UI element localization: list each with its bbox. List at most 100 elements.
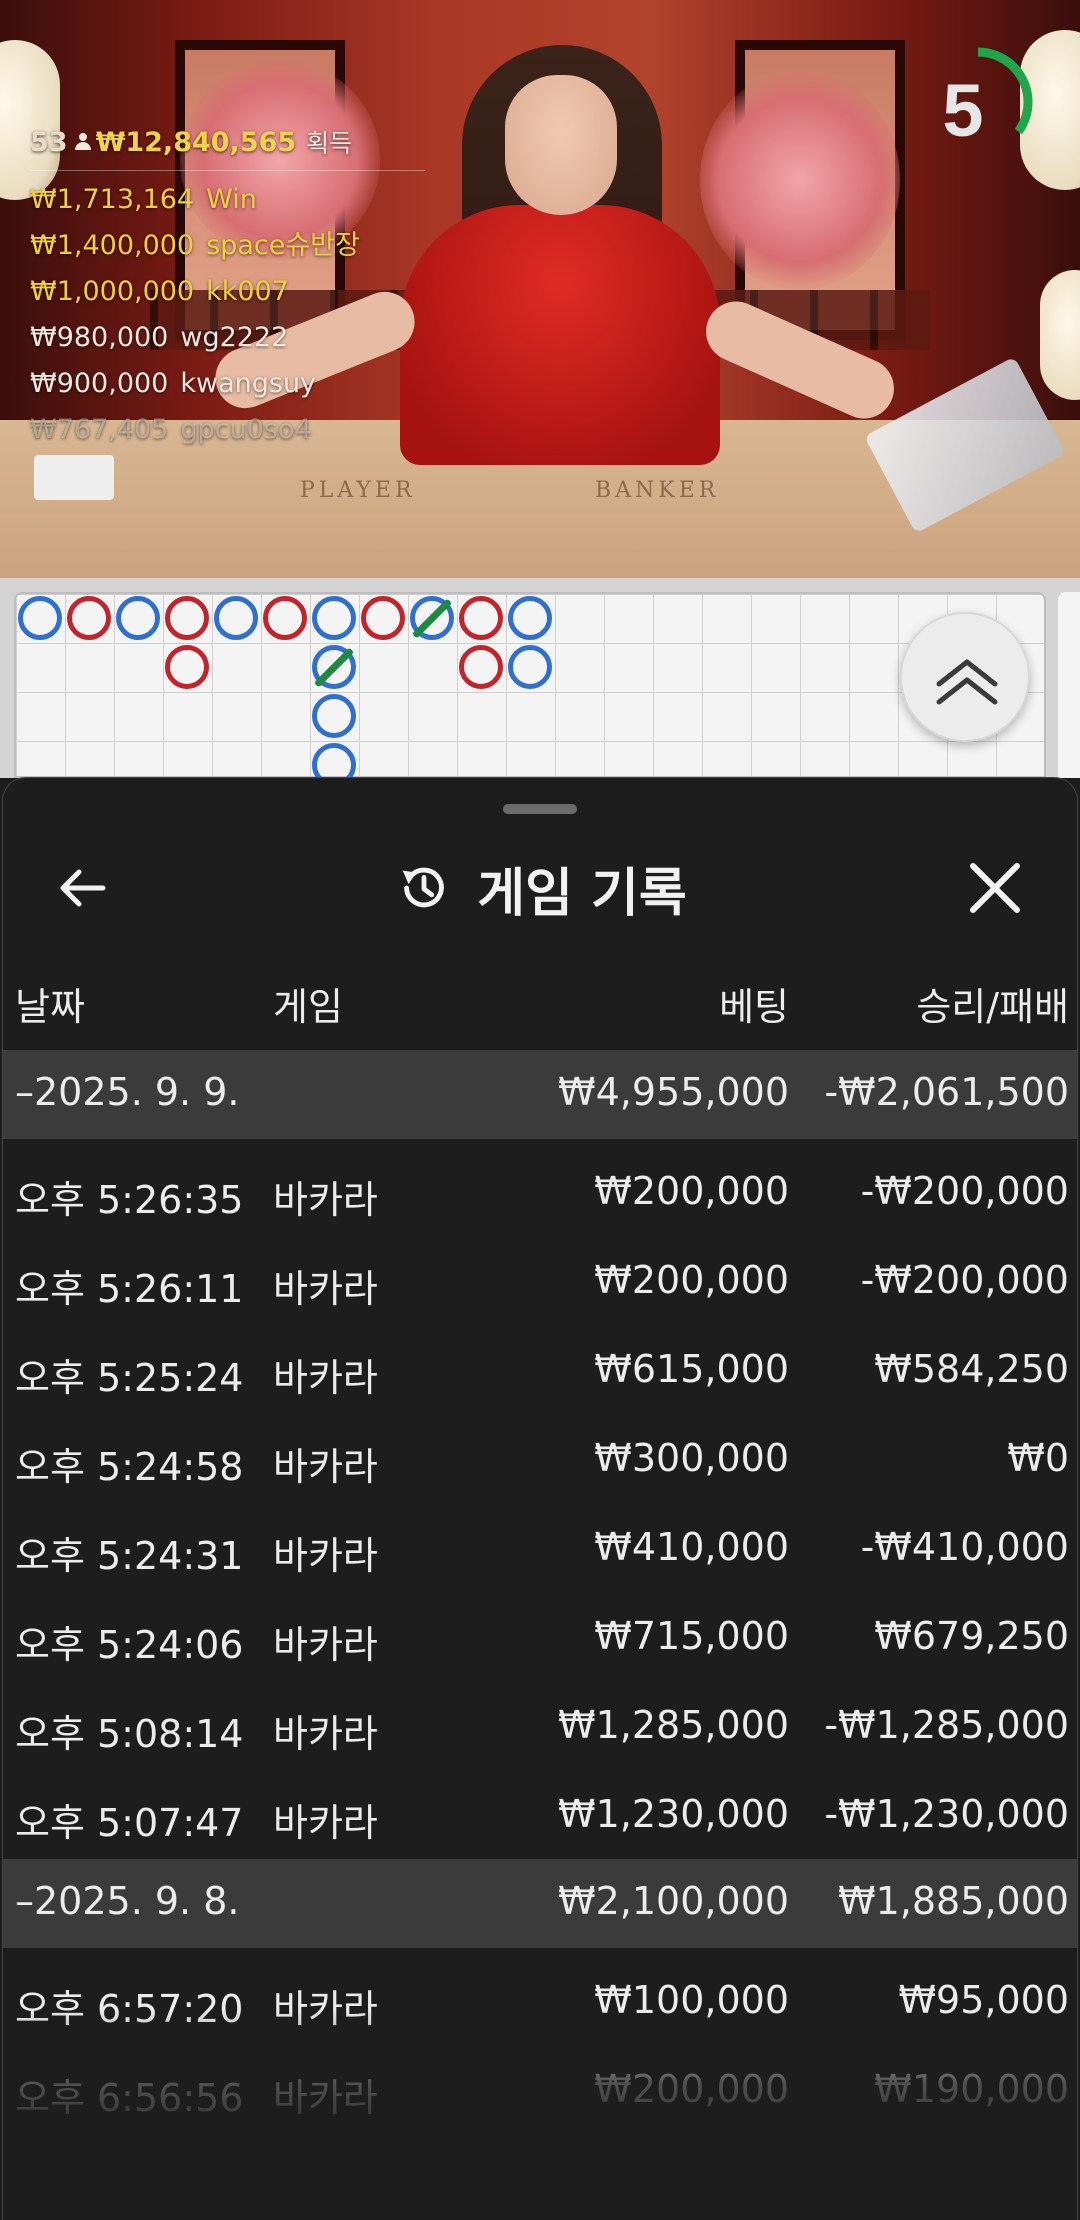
winner-name: kwangsuy (180, 368, 317, 399)
banker-bead (165, 645, 209, 689)
banker-bead (165, 596, 209, 640)
history-row[interactable]: 오후 5:24:31 바카라 ₩410,000 -₩410,000 (3, 1503, 1077, 1592)
blossom-right (700, 70, 900, 290)
history-row[interactable]: 오후 5:26:11 바카라 ₩200,000 -₩200,000 (3, 1236, 1077, 1325)
row-date: 오후 5:24:31 (15, 1534, 244, 1578)
column-bet: 베팅 (719, 985, 789, 1029)
banker-bead (263, 596, 307, 640)
date-group-row[interactable]: –2025. 9. 8. ₩2,100,000 ₩1,885,000 (3, 1859, 1077, 1948)
winner-amount: ₩980,000 (30, 322, 169, 353)
row-bet: ₩300,000 (594, 1436, 789, 1480)
row-result: ₩584,250 (874, 1347, 1069, 1391)
row-game: 바카라 (273, 1445, 378, 1489)
winner-amount: ₩1,000,000 (30, 276, 195, 307)
card-stack (34, 455, 114, 500)
player-bead (508, 596, 552, 640)
sheet-title: 게임 기록 (477, 863, 687, 924)
bead-road-grid[interactable] (14, 592, 1046, 787)
row-bet: ₩2,100,000 (558, 1879, 789, 1923)
person-icon (74, 133, 92, 151)
banker-bead (361, 596, 405, 640)
column-game: 게임 (273, 985, 343, 1029)
history-row[interactable]: 오후 5:24:06 바카라 ₩715,000 ₩679,250 (3, 1592, 1077, 1681)
winner-row: ₩980,000 wg2222 (30, 315, 425, 361)
next-roadmap-peek[interactable] (1058, 592, 1080, 778)
row-date: 오후 6:57:20 (15, 1987, 244, 2031)
history-row[interactable]: 오후 5:25:24 바카라 ₩615,000 ₩584,250 (3, 1325, 1077, 1414)
title-group: 게임 기록 (3, 838, 1077, 938)
dealer-face (505, 75, 617, 215)
expand-roadmap-button[interactable] (900, 612, 1030, 742)
history-table-header: 날짜 게임 베팅 승리/패배 (3, 976, 1077, 1042)
back-button[interactable] (53, 858, 113, 918)
row-game: 바카라 (273, 1356, 378, 1400)
winner-row: ₩1,400,000 space슈반장 (30, 223, 425, 269)
row-result: -₩1,285,000 (824, 1703, 1069, 1747)
history-table-body[interactable]: –2025. 9. 9. ₩4,955,000 -₩2,061,500 오후 5:26… (3, 1050, 1077, 2134)
column-date: 날짜 (15, 985, 85, 1029)
row-date: 오후 5:26:11 (15, 1267, 244, 1311)
row-bet: ₩4,955,000 (558, 1070, 789, 1114)
winner-row: ₩900,000 kwangsuy (30, 361, 425, 407)
row-bet: ₩715,000 (594, 1614, 789, 1658)
history-icon (402, 867, 445, 908)
winners-total: ₩12,840,565 (95, 126, 297, 158)
row-bet: ₩200,000 (594, 2067, 789, 2111)
winner-amount: ₩1,713,164 (30, 184, 195, 215)
banker-bead (459, 596, 503, 640)
row-date: 오후 5:25:24 (15, 1356, 244, 1400)
row-result: -₩1,230,000 (824, 1792, 1069, 1836)
winners-list: 53 ₩12,840,565 획득 ₩1,713,164 Win ₩1,400,00… (30, 124, 425, 453)
row-date: 오후 6:56:56 (15, 2076, 244, 2120)
row-bet: ₩200,000 (594, 1169, 789, 1213)
winners-count: 53 (30, 126, 68, 158)
row-game: 바카라 (273, 1801, 378, 1845)
row-date: 오후 5:24:58 (15, 1445, 244, 1489)
row-date: 오후 5:24:06 (15, 1623, 244, 1667)
row-bet: ₩1,230,000 (558, 1792, 789, 1836)
history-row[interactable]: 오후 5:07:47 바카라 ₩1,230,000 -₩1,230,000 (3, 1770, 1077, 1859)
live-video-stream[interactable]: PLAYER BANKER 53 ₩12,840,565 획득 ₩1,713,1… (0, 0, 1080, 578)
column-result: 승리/패배 (916, 985, 1069, 1029)
row-date: 오후 5:07:47 (15, 1801, 244, 1845)
table-label-player: PLAYER (300, 478, 416, 503)
winner-name: Win (206, 184, 257, 215)
history-row[interactable]: 오후 5:08:14 바카라 ₩1,285,000 -₩1,285,000 (3, 1681, 1077, 1770)
game-history-sheet: 게임 기록 날짜 게임 베팅 승리/패배 –2025. 9. 9. ₩4,955,… (2, 777, 1078, 2220)
close-button[interactable] (965, 858, 1025, 918)
winner-name: wg2222 (180, 322, 289, 353)
history-row[interactable]: 오후 6:57:20 바카라 ₩100,000 ₩95,000 (3, 1956, 1077, 2045)
history-row[interactable]: 오후 5:26:35 바카라 ₩200,000 -₩200,000 (3, 1147, 1077, 1236)
player-bead (116, 596, 160, 640)
countdown-timer: 5 (942, 69, 984, 152)
player-bead (18, 596, 62, 640)
sheet-drag-handle[interactable] (503, 804, 577, 814)
winner-amount: ₩767,405 (30, 414, 169, 445)
winner-row: ₩1,000,000 kk007 (30, 269, 425, 315)
winners-summary: 53 ₩12,840,565 획득 (30, 124, 425, 171)
row-bet: ₩200,000 (594, 1258, 789, 1302)
sheet-header: 게임 기록 (3, 838, 1077, 938)
row-bet: ₩615,000 (594, 1347, 789, 1391)
row-result: -₩200,000 (860, 1258, 1069, 1302)
history-row[interactable]: 오후 6:56:56 바카라 ₩200,000 ₩190,000 (3, 2045, 1077, 2134)
player-bead (214, 596, 258, 640)
row-game: 바카라 (273, 1267, 378, 1311)
row-date: 오후 5:08:14 (15, 1712, 244, 1756)
winner-row: ₩767,405 gpcu0so4 (30, 407, 425, 453)
row-bet: ₩1,285,000 (558, 1703, 789, 1747)
winner-amount: ₩1,400,000 (30, 230, 195, 261)
player-bead (508, 645, 552, 689)
winner-amount: ₩900,000 (30, 368, 169, 399)
row-game: 바카라 (273, 1623, 378, 1667)
row-date: –2025. 9. 8. (15, 1879, 240, 1923)
winner-name: gpcu0so4 (180, 414, 312, 445)
date-group-row[interactable]: –2025. 9. 9. ₩4,955,000 -₩2,061,500 (3, 1050, 1077, 1139)
row-result: -₩200,000 (860, 1169, 1069, 1213)
row-result: ₩190,000 (874, 2067, 1069, 2111)
player-bead (312, 694, 356, 738)
row-result: -₩2,061,500 (824, 1070, 1069, 1114)
history-row[interactable]: 오후 5:24:58 바카라 ₩300,000 ₩0 (3, 1414, 1077, 1503)
row-bet: ₩100,000 (594, 1978, 789, 2022)
